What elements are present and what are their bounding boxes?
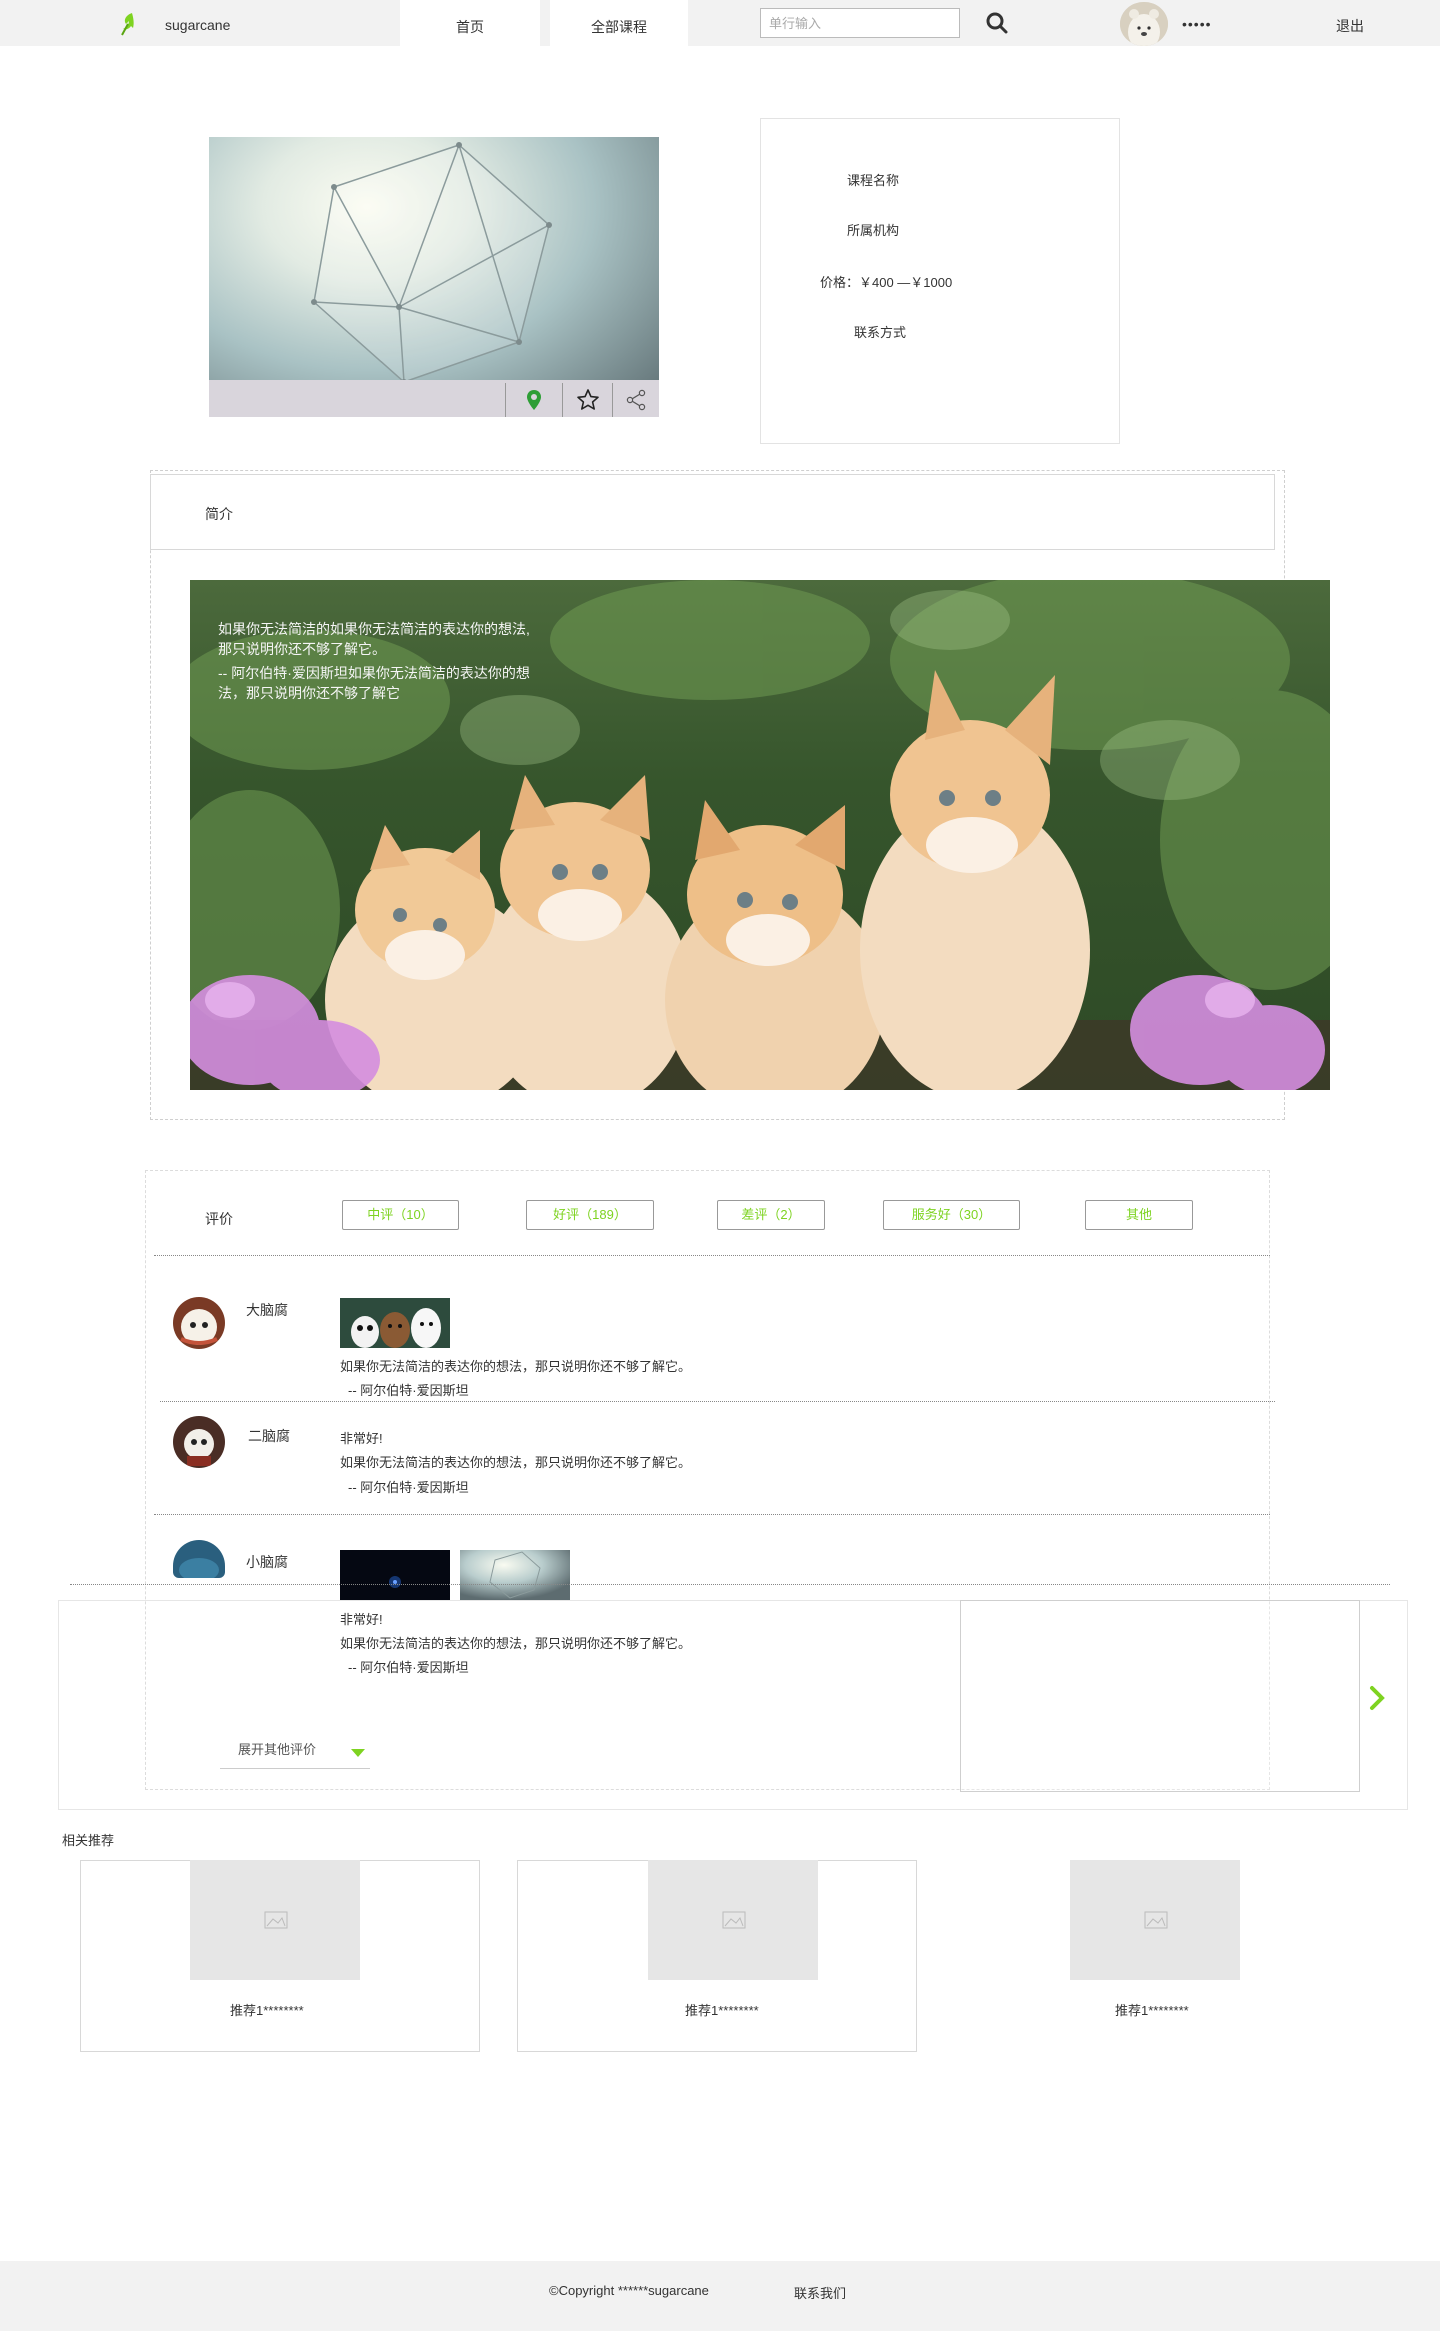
search-icon[interactable] [985,11,1008,35]
course-cover-image [209,137,659,417]
tab-home[interactable]: 首页 [400,0,540,46]
review-text: -- 阿尔伯特·爱因斯坦 [348,1383,469,1398]
intro-quote-line: 如果你无法简洁的如果你无法简洁的表达你的想法, [218,621,530,637]
favorite-button[interactable] [562,383,612,417]
recommendation-label[interactable]: 推荐1******** [1115,2000,1189,2019]
recommendation-label[interactable]: 推荐1******** [230,2000,304,2019]
user-avatar[interactable] [1120,2,1168,46]
share-button[interactable] [612,383,659,417]
logout-link[interactable]: 退出 [1336,16,1364,36]
review-photo[interactable] [340,1550,450,1600]
review-text: 非常好! [340,1612,383,1627]
leaf-logo-icon[interactable] [120,12,142,36]
reviewer-name: 大脑腐 [246,1302,288,1318]
tab-all-courses[interactable]: 全部课程 [550,0,688,46]
review-text: 非常好! [340,1431,383,1446]
filter-good-service-button[interactable]: 服务好（30） [883,1200,1020,1230]
divider [154,1255,1270,1256]
divider [160,1401,1275,1402]
reviewer-avatar[interactable] [173,1416,225,1468]
filter-other-button[interactable]: 其他 [1085,1200,1193,1230]
filter-negative-button[interactable]: 差评（2） [717,1200,825,1230]
review-photo[interactable] [460,1550,570,1600]
chevron-down-icon[interactable] [350,1745,366,1761]
reviews-title: 评价 [205,1211,233,1227]
divider [70,1584,1390,1585]
course-price: 价格：￥400 —￥1000 [820,275,953,290]
image-placeholder-icon [1144,1911,1168,1929]
filter-positive-button[interactable]: 好评（189） [526,1200,654,1230]
contact-us-link[interactable]: 联系我们 [794,2283,846,2302]
location-pin-icon [526,390,541,410]
reviewer-avatar[interactable] [173,1297,225,1349]
recommendation-label[interactable]: 推荐1******** [685,2000,759,2019]
search-input[interactable] [760,8,960,38]
brand-name[interactable]: sugarcane [165,17,230,33]
intro-quote-line: 那只说明你还不够了解它。 [218,641,386,657]
intro-title: 简介 [205,506,233,522]
copyright-text: ©Copyright ******sugarcane [549,2283,709,2298]
review-text: -- 阿尔伯特·爱因斯坦 [348,1660,469,1675]
share-icon [626,389,646,411]
location-button[interactable] [505,383,561,417]
image-placeholder-icon [722,1911,746,1929]
course-name: 课程名称 [847,173,900,188]
username[interactable]: ••••• [1182,16,1212,32]
intro-header [150,474,1275,550]
divider [154,1514,1270,1515]
footer [0,2261,1440,2331]
expand-reviews-label: 展开其他评价 [238,1742,317,1757]
reviewer-name: 小脑腐 [246,1554,288,1570]
image-placeholder-icon [264,1911,288,1929]
review-text: -- 阿尔伯特·爱因斯坦 [348,1480,469,1495]
intro-quote-line: 法，那只说明你还不够了解它 [218,685,400,701]
related-title: 相关推荐 [62,1833,115,1848]
chevron-right-icon[interactable] [1368,1685,1386,1714]
filter-neutral-button[interactable]: 中评（10） [342,1200,459,1230]
star-icon [576,389,599,410]
recommendation-image[interactable] [648,1860,818,1980]
course-organization: 所属机构 [847,223,900,238]
recommendation-image[interactable] [1070,1860,1240,1980]
expand-reviews-button[interactable]: 展开其他评价 [220,1733,370,1769]
review-photo[interactable] [340,1298,450,1348]
reviewer-name: 二脑腐 [248,1428,290,1444]
review-text: 如果你无法简洁的表达你的想法，那只说明你还不够了解它。 [340,1359,692,1374]
recommendation-image[interactable] [190,1860,360,1980]
course-contact[interactable]: 联系方式 [854,322,906,341]
carousel-panel [960,1600,1360,1792]
review-text: 如果你无法简洁的表达你的想法，那只说明你还不够了解它。 [340,1636,692,1651]
review-text: 如果你无法简洁的表达你的想法，那只说明你还不够了解它。 [340,1455,692,1470]
intro-quote-line: -- 阿尔伯特·爱因斯坦如果你无法简洁的表达你的想 [218,665,530,681]
